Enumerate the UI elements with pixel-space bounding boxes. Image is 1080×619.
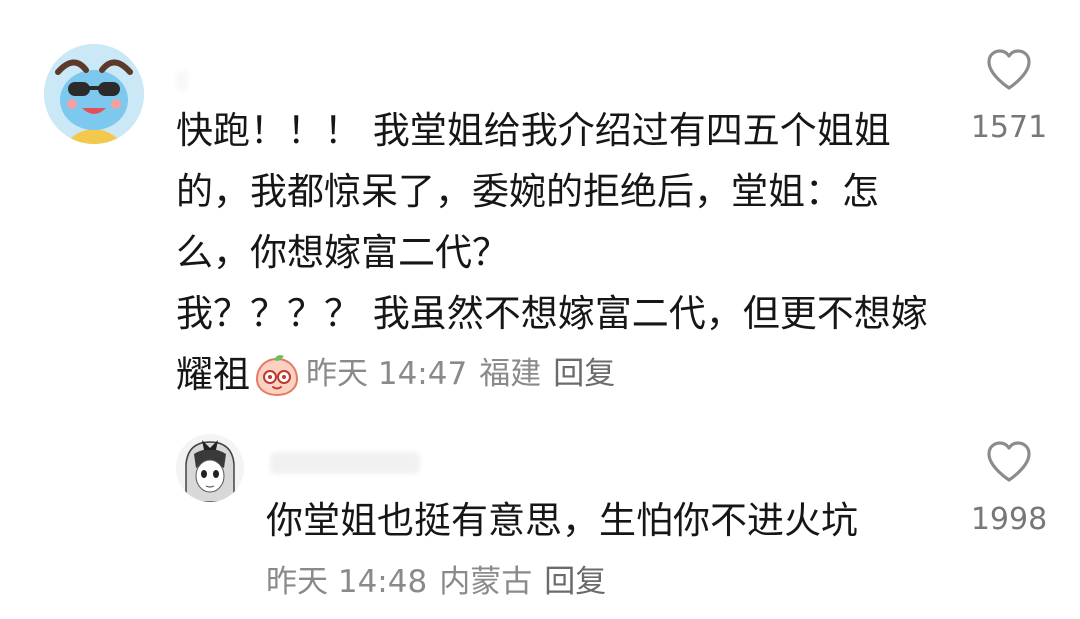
commenter-avatar[interactable] <box>44 44 144 144</box>
reply-like-button[interactable]: 1998 <box>959 440 1059 537</box>
like-count: 1998 <box>970 502 1048 537</box>
reply-time: 昨天 14:48 <box>266 564 428 600</box>
comment-location: 福建 <box>479 356 542 392</box>
comment-line: 么，你想嫁富二代？ <box>176 231 509 274</box>
comment-time: 昨天 14:47 <box>306 356 468 392</box>
comment-like-button[interactable]: 1571 <box>959 48 1059 145</box>
reply-button[interactable]: 回复 <box>544 556 606 601</box>
heart-icon[interactable] <box>985 48 1033 92</box>
like-count: 1571 <box>970 110 1048 145</box>
comment-last-line-with-meta: 耀祖 昨天 14:47 福建 回复 <box>176 344 946 405</box>
peach-face-emoji-icon <box>255 354 299 396</box>
comment-line: 的，我都惊呆了，委婉的拒绝后，堂姐：怎 <box>176 170 879 213</box>
comment-line: 耀祖 <box>176 353 250 396</box>
reply-meta: 昨天 14:48 内蒙古 回复 <box>266 556 606 601</box>
comment-text: 快跑！！！ 我堂姐给我介绍过有四五个姐姐 的，我都惊呆了，委婉的拒绝后，堂姐：怎… <box>176 100 946 405</box>
comment-line: 快跑！！！ 我堂姐给我介绍过有四五个姐姐 <box>176 109 891 152</box>
replier-avatar[interactable] <box>176 434 244 502</box>
reply-location: 内蒙古 <box>439 564 533 600</box>
commenter-username[interactable] <box>176 70 188 92</box>
heart-icon[interactable] <box>985 440 1033 484</box>
replier-username[interactable] <box>270 452 420 474</box>
reply-button[interactable]: 回复 <box>553 344 615 405</box>
reply-text: 你堂姐也挺有意思，生怕你不进火坑 <box>266 499 858 542</box>
comment-line: 我？？？？ 我虽然不想嫁富二代，但更不想嫁 <box>176 292 928 335</box>
cartoon-avatar-icon <box>44 44 144 144</box>
manga-girl-avatar-icon <box>176 434 244 502</box>
